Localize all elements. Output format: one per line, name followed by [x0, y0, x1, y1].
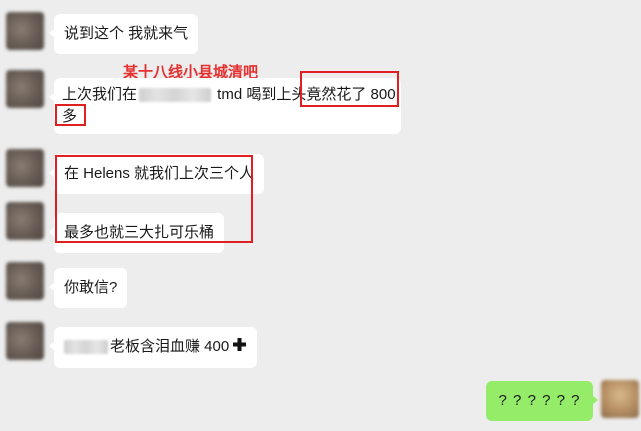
message-text: 说到这个 我就来气	[64, 25, 189, 42]
message-bubble[interactable]: 你敢信?	[48, 268, 128, 308]
avatar[interactable]	[6, 202, 44, 240]
self-message-bubble[interactable]: ? ? ? ? ? ?	[486, 381, 598, 421]
avatar[interactable]	[6, 149, 44, 187]
highlight-box	[300, 71, 399, 107]
message-bubble[interactable]: 说到这个 我就来气	[48, 14, 199, 54]
highlight-box	[55, 155, 253, 243]
avatar[interactable]	[6, 262, 44, 300]
avatar[interactable]	[6, 322, 44, 360]
message-bubble[interactable]: 老板含泪血赚 400	[48, 327, 258, 368]
message-text: 上次我们在	[62, 86, 138, 103]
plus-icon	[232, 337, 247, 359]
self-avatar[interactable]	[601, 380, 639, 418]
avatar[interactable]	[6, 12, 44, 50]
message-text: 多	[62, 108, 78, 125]
message-text: 你敢信?	[64, 279, 118, 296]
redacted-text	[139, 88, 212, 103]
highlight-box	[55, 104, 86, 126]
avatar[interactable]	[6, 70, 44, 108]
message-text: ? ? ? ? ? ?	[498, 392, 581, 409]
redacted-text	[64, 340, 108, 355]
message-text: 老板含泪血赚 400	[110, 338, 230, 355]
